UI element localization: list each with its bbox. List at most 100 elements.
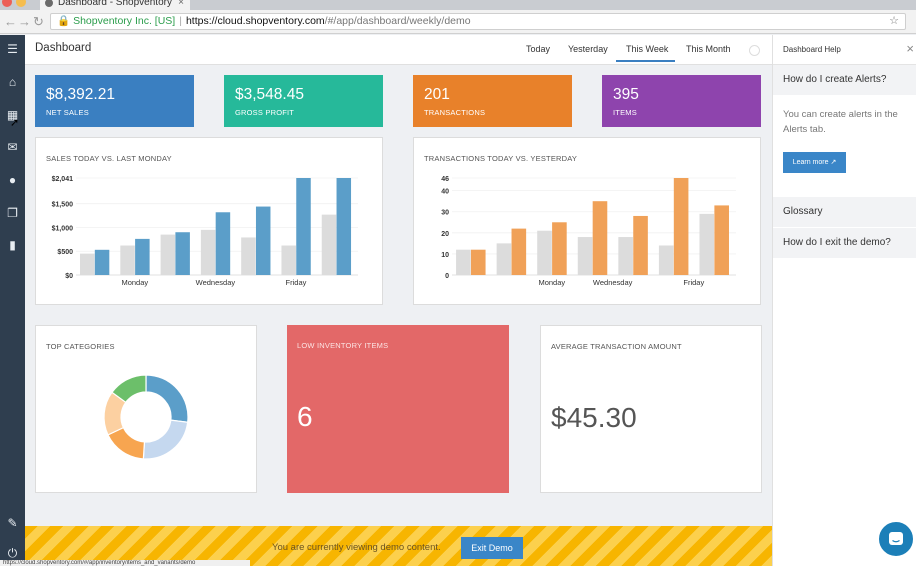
sidebar: ☰ ⌂ ▦ ✉ ● ❐ ▮ ✎ ⏻: [0, 35, 25, 566]
browser-tab-strip: Dashboard - Shopventory ×: [0, 0, 916, 10]
chat-icon: [889, 532, 903, 545]
y-tick-label: $1,000: [52, 225, 74, 232]
close-icon[interactable]: ×: [906, 41, 914, 56]
menu-icon[interactable]: ☰: [0, 39, 25, 59]
copy-icon[interactable]: ❐: [0, 203, 25, 223]
users-icon[interactable]: ●: [0, 170, 25, 190]
loading-icon: [749, 45, 760, 56]
low-inventory-panel[interactable]: LOW INVENTORY ITEMS 6: [287, 325, 509, 493]
bar: [200, 229, 216, 275]
x-tick-label: Wednesday: [196, 278, 236, 287]
help-panel: Dashboard Help × How do I create Alerts?…: [772, 35, 916, 566]
bar: [658, 245, 674, 275]
bar: [160, 234, 176, 275]
bar: [296, 178, 311, 275]
y-tick-label: $2,041: [52, 176, 74, 183]
stat-value: 201: [424, 86, 450, 103]
bar-chart-icon[interactable]: ▮: [0, 235, 25, 255]
help-question-alerts[interactable]: How do I create Alerts?: [773, 65, 916, 95]
status-bar-url: https://cloud.shopventory.com/#/app/inve…: [0, 560, 250, 566]
bar: [135, 238, 150, 275]
external-link-icon: ↗: [830, 159, 837, 166]
learn-more-label: Learn more: [792, 159, 829, 166]
x-tick-label: Friday: [683, 278, 704, 287]
help-glossary[interactable]: Glossary: [773, 197, 916, 227]
bar: [511, 228, 527, 275]
bar: [281, 245, 296, 275]
tab-close-icon[interactable]: ×: [178, 0, 184, 10]
mail-icon[interactable]: ✉: [0, 137, 25, 157]
url-separator: |: [179, 15, 182, 27]
reload-icon[interactable]: ↻: [33, 14, 44, 30]
main-content: Dashboard Today Yesterday This Week This…: [25, 35, 772, 566]
home-icon[interactable]: ⌂: [0, 72, 25, 92]
x-tick-label: Monday: [121, 278, 148, 287]
y-tick-label: 10: [441, 252, 449, 259]
bar: [80, 253, 95, 275]
y-tick-label: 0: [445, 273, 449, 280]
help-header: Dashboard Help ×: [773, 35, 916, 65]
stat-net-sales[interactable]: $8,392.21 NET SALES: [35, 75, 194, 127]
stat-value: $8,392.21: [46, 86, 115, 103]
dashboard-topbar: Dashboard Today Yesterday This Week This…: [25, 35, 772, 65]
exit-demo-button[interactable]: Exit Demo: [461, 537, 523, 559]
stat-items[interactable]: 395 ITEMS: [602, 75, 761, 127]
back-icon[interactable]: ←: [4, 14, 17, 29]
bar: [633, 215, 648, 275]
y-tick-label: 40: [441, 189, 449, 196]
y-tick-label: $500: [57, 249, 73, 256]
learn-more-button[interactable]: Learn more ↗: [783, 152, 846, 173]
minimize-window-dot[interactable]: [16, 0, 26, 7]
stat-label: GROSS PROFIT: [235, 108, 295, 117]
stat-label: NET SALES: [46, 108, 89, 117]
y-tick-label: $1,500: [52, 202, 74, 209]
range-tab-yesterday[interactable]: Yesterday: [568, 44, 608, 54]
bar: [496, 243, 512, 275]
bookmark-star-icon[interactable]: ☆: [889, 14, 899, 29]
forward-icon[interactable]: →: [18, 14, 31, 29]
help-question-exit-demo[interactable]: How do I exit the demo?: [773, 228, 916, 258]
bar: [470, 249, 486, 275]
bar: [255, 206, 271, 275]
demo-banner-text: You are currently viewing demo content.: [272, 542, 441, 553]
certificate-owner: Shopventory Inc. [US]: [73, 15, 176, 27]
transactions-chart-panel: TRANSACTIONS TODAY VS. YESTERDAY 0 10 20 30…: [413, 137, 761, 305]
stat-value: 395: [613, 86, 639, 103]
stat-value: $3,548.45: [235, 86, 304, 103]
close-window-dot[interactable]: [2, 0, 12, 7]
bar: [321, 214, 337, 275]
stat-label: TRANSACTIONS: [424, 108, 486, 117]
bar: [618, 237, 633, 275]
bar: [537, 230, 552, 275]
stat-gross-profit[interactable]: $3,548.45 GROSS PROFIT: [224, 75, 383, 127]
stat-transactions[interactable]: 201 TRANSACTIONS: [413, 75, 572, 127]
lock-icon: 🔒: [57, 15, 71, 27]
stat-label: ITEMS: [613, 108, 637, 117]
average-transaction-value: $45.30: [551, 402, 637, 433]
bar: [175, 232, 190, 275]
transactions-bar-chart: 0 10 20 30 40 46 Monday Wednesday Friday: [441, 176, 736, 287]
y-tick-label: $0: [65, 273, 73, 280]
mouse-cursor-icon: ➚: [10, 117, 20, 129]
range-tab-this-week[interactable]: This Week: [616, 44, 675, 62]
top-categories-panel: TOP CATEGORIES: [35, 325, 257, 493]
url-path: /#/app/dashboard/weekly/demo: [324, 15, 471, 27]
range-tab-this-month[interactable]: This Month: [686, 44, 731, 54]
bar: [456, 249, 471, 275]
url-input[interactable]: 🔒 Shopventory Inc. [US] | https://cloud.sho…: [50, 13, 906, 30]
address-bar: ← → ↻ 🔒 Shopventory Inc. [US] | https://clo…: [0, 10, 916, 34]
bar: [552, 222, 567, 275]
range-tab-today[interactable]: Today: [526, 44, 550, 54]
bar: [215, 212, 231, 275]
top-categories-donut-chart: [103, 374, 189, 460]
bar: [120, 245, 135, 275]
x-tick-label: Wednesday: [593, 278, 633, 287]
chat-button[interactable]: [876, 519, 916, 559]
donut-slice: [142, 419, 189, 460]
low-inventory-title: LOW INVENTORY ITEMS: [297, 341, 389, 350]
wrench-icon[interactable]: ✎: [0, 513, 25, 533]
low-inventory-value: 6: [297, 401, 313, 432]
bar: [336, 178, 352, 275]
browser-tab[interactable]: Dashboard - Shopventory ×: [40, 0, 190, 10]
bar: [673, 178, 689, 275]
